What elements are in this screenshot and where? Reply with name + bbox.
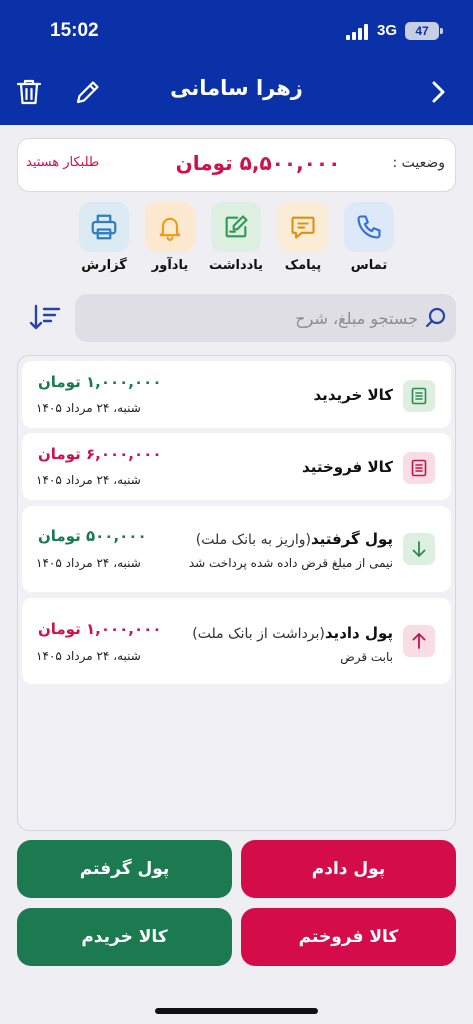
row-title: کالا خریدید xyxy=(313,386,393,404)
row-title: پول دادید(برداشت از بانک ملت) xyxy=(192,624,393,642)
action-reminder[interactable]: یادآور xyxy=(141,202,199,273)
printer-icon xyxy=(91,214,117,240)
paid-money-button[interactable]: پول دادم xyxy=(241,840,456,898)
row-date: شنبه، ۲۴ مرداد ۱۴۰۵ xyxy=(36,556,141,570)
receipt-icon xyxy=(411,459,427,477)
row-title: پول گرفتید(واریز به بانک ملت) xyxy=(195,530,393,548)
action-report[interactable]: گزارش xyxy=(75,202,133,273)
received-money-button[interactable]: پول گرفتم xyxy=(17,840,232,898)
signal-icon xyxy=(346,24,368,40)
phone-icon xyxy=(357,215,381,239)
transaction-row[interactable]: پول گرفتید(واریز به بانک ملت) نیمی از مب… xyxy=(22,506,451,592)
action-call-label: تماس xyxy=(350,258,388,273)
action-call[interactable]: تماس xyxy=(340,202,398,273)
sold-goods-button[interactable]: کالا فروختم xyxy=(241,908,456,966)
row-date: شنبه، ۲۴ مرداد ۱۴۰۵ xyxy=(36,401,141,415)
home-indicator xyxy=(155,1008,318,1014)
bought-goods-button[interactable]: کالا خریدم xyxy=(17,908,232,966)
action-note-box[interactable] xyxy=(211,202,261,252)
chevron-right-icon[interactable] xyxy=(428,80,448,104)
action-sms-box[interactable] xyxy=(278,202,328,252)
row-icon-box xyxy=(403,625,435,657)
action-reminder-label: یادآور xyxy=(151,258,189,273)
edit-icon[interactable] xyxy=(74,78,102,106)
row-date: شنبه، ۲۴ مرداد ۱۴۰۵ xyxy=(36,473,141,487)
transaction-list: کالا خریدید ۱,۰۰۰,۰۰۰ تومان شنبه، ۲۴ مرد… xyxy=(17,355,456,831)
row-amount: ۱,۰۰۰,۰۰۰ تومان xyxy=(38,620,162,638)
note-icon xyxy=(225,215,248,238)
receipt-icon xyxy=(411,387,427,405)
transaction-row[interactable]: کالا فروختید ۶,۰۰۰,۰۰۰ تومان شنبه، ۲۴ مر… xyxy=(22,433,451,500)
row-amount: ۶,۰۰۰,۰۰۰ تومان xyxy=(38,445,162,463)
balance-amount: ۵,۵۰۰,۰۰۰ تومان xyxy=(175,151,341,175)
action-note[interactable]: یادداشت xyxy=(207,202,265,273)
search-bar[interactable] xyxy=(75,294,456,342)
bell-icon xyxy=(159,217,181,241)
message-icon xyxy=(291,216,315,239)
row-description: بابت قرض xyxy=(340,650,393,664)
battery-level: 47 xyxy=(405,22,439,40)
action-call-box[interactable] xyxy=(344,202,394,252)
row-title: کالا فروختید xyxy=(302,458,393,476)
action-note-label: یادداشت xyxy=(208,258,264,273)
network-type: 3G xyxy=(377,22,398,39)
balance-label: وضعیت : xyxy=(392,155,445,171)
row-note: (برداشت از بانک ملت) xyxy=(192,626,325,642)
row-icon-box xyxy=(403,452,435,484)
row-icon-box xyxy=(403,533,435,565)
row-description: نیمی از مبلغ قرض داده شده پرداخت شد xyxy=(188,556,393,570)
action-reminder-box[interactable] xyxy=(145,202,195,252)
status-time: 15:02 xyxy=(50,20,99,41)
battery-cap xyxy=(440,28,443,34)
sort-icon[interactable] xyxy=(28,302,62,332)
action-report-box[interactable] xyxy=(79,202,129,252)
page-title: زهرا سامانی xyxy=(170,76,303,100)
action-report-label: گزارش xyxy=(81,258,127,273)
row-amount: ۱,۰۰۰,۰۰۰ تومان xyxy=(38,373,162,391)
row-amount: ۵۰۰,۰۰۰ تومان xyxy=(38,527,147,545)
search-input[interactable] xyxy=(98,294,418,342)
action-sms-label: پیامک xyxy=(284,258,322,273)
app-header: 15:02 3G 47 زهرا سامانی xyxy=(0,0,473,125)
row-icon-box xyxy=(403,380,435,412)
search-icon xyxy=(425,307,446,328)
arrow-up-icon xyxy=(412,633,426,649)
balance-status: طلبکار هستید xyxy=(26,155,100,170)
balance-card: وضعیت : ۵,۵۰۰,۰۰۰ تومان طلبکار هستید xyxy=(17,138,456,192)
arrow-down-icon xyxy=(412,541,426,557)
row-note: (واریز به بانک ملت) xyxy=(195,532,311,548)
transaction-row[interactable]: پول دادید(برداشت از بانک ملت) بابت قرض ۱… xyxy=(22,598,451,684)
transaction-row[interactable]: کالا خریدید ۱,۰۰۰,۰۰۰ تومان شنبه، ۲۴ مرد… xyxy=(22,361,451,428)
action-sms[interactable]: پیامک xyxy=(274,202,332,273)
row-date: شنبه، ۲۴ مرداد ۱۴۰۵ xyxy=(36,649,141,663)
trash-icon[interactable] xyxy=(16,78,42,106)
